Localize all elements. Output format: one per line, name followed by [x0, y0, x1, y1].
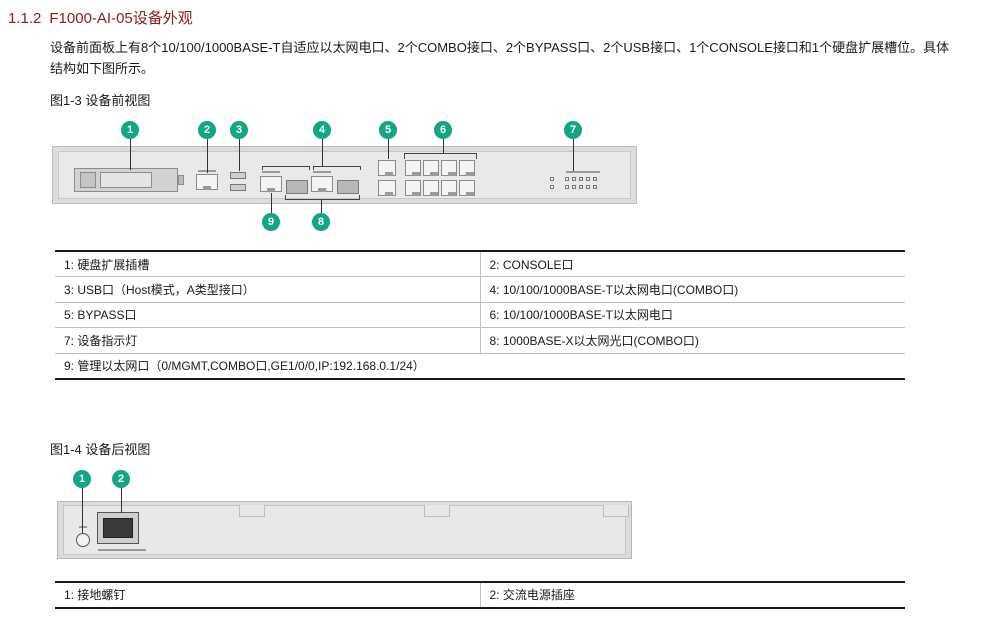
mgmt-rj45-port: [260, 176, 282, 192]
combo-group-bracket-2: [313, 166, 361, 170]
callout-leader-2: [207, 138, 208, 173]
mgmt-label-mark: [262, 171, 280, 173]
usb-port-1: [230, 172, 246, 179]
legend-cell: 5: BYPASS口: [55, 302, 480, 329]
callout-leader-5: [388, 138, 389, 159]
callout-badge-5: 5: [379, 121, 397, 139]
rear-figure-title: 图1-4 设备后视图: [50, 442, 151, 457]
led-9: [586, 185, 590, 189]
hdd-bay-cover: [100, 172, 152, 188]
table-row: 5: BYPASS口 6: 10/100/1000BASE-T以太网电口: [55, 302, 905, 329]
ge-port-1: [405, 160, 421, 176]
ge-port-4: [459, 160, 475, 176]
callout-leader-7: [573, 138, 574, 171]
section-number: 1.1.2: [8, 10, 42, 27]
callout-leader-8: [321, 200, 322, 214]
callout-leader-1: [130, 138, 131, 170]
section-heading: 1.1.2 F1000-AI-05设备外观: [8, 7, 193, 28]
callout-badge-7: 7: [564, 121, 582, 139]
ge-port-5: [405, 180, 421, 196]
callout-badge-rear-1: 1: [73, 470, 91, 488]
callout-badge-3: 3: [230, 121, 248, 139]
callout-badge-8: 8: [312, 213, 330, 231]
legend-cell: 2: CONSOLE口: [479, 250, 905, 278]
led-7: [572, 185, 576, 189]
led-6: [565, 185, 569, 189]
callout-badge-9: 9: [262, 213, 280, 231]
sfp-group-bracket: [285, 195, 360, 200]
combo-rj45-port: [311, 176, 333, 192]
callout-badge-1: 1: [121, 121, 139, 139]
callout-leader-6: [443, 138, 444, 153]
legend-cell: 1: 接地螺钉: [55, 581, 480, 609]
ac-socket-inlet: [103, 518, 133, 538]
table-row: 7: 设备指示灯 8: 1000BASE-X以太网光口(COMBO口): [55, 327, 905, 354]
legend-cell: 1: 硬盘扩展插槽: [55, 250, 480, 278]
led-3: [579, 177, 583, 181]
ge-port-7: [441, 180, 457, 196]
callout-badge-2: 2: [198, 121, 216, 139]
front-figure-title: 图1-3 设备前视图: [50, 93, 151, 108]
ge-port-6: [423, 180, 439, 196]
combo-label-mark: [313, 171, 331, 173]
hdd-latch: [80, 172, 96, 188]
led-1: [565, 177, 569, 181]
legend-cell: 8: 1000BASE-X以太网光口(COMBO口): [479, 327, 905, 354]
bypass-port-2: [378, 180, 396, 196]
table-row: 1: 接地螺钉 2: 交流电源插座: [55, 581, 905, 609]
bypass-port-1: [378, 160, 396, 176]
callout-leader-3: [239, 138, 240, 171]
table-row: 3: USB口（Host模式，A类型接口） 4: 10/100/1000BASE…: [55, 276, 905, 303]
legend-cell: 6: 10/100/1000BASE-T以太网电口: [479, 302, 905, 329]
led-label-mark: [566, 171, 600, 173]
intro-paragraph: 设备前面板上有8个10/100/1000BASE-T自适应以太网电口、2个COM…: [50, 40, 950, 76]
sfp-port-2: [337, 180, 359, 194]
console-port: [196, 174, 218, 190]
callout-leader-4: [322, 138, 323, 166]
callout-badge-rear-2: 2: [112, 470, 130, 488]
led-5: [593, 177, 597, 181]
ground-label-mark: [79, 526, 87, 528]
led-status-1: [550, 177, 554, 181]
callout-leader-rear-1: [82, 487, 83, 533]
led-status-2: [550, 185, 554, 189]
legend-cell: 9: 管理以太网口（0/MGMT,COMBO口,GE1/0/0,IP:192.1…: [55, 353, 905, 380]
legend-cell: 2: 交流电源插座: [479, 581, 905, 609]
ground-screw-icon: [76, 533, 90, 547]
legend-cell: 7: 设备指示灯: [55, 327, 480, 354]
led-4: [586, 177, 590, 181]
callout-leader-9: [271, 193, 272, 213]
rear-panel-face: [63, 505, 626, 555]
led-2: [572, 177, 576, 181]
sfp-port-1: [286, 180, 308, 194]
led-8: [579, 185, 583, 189]
led-10: [593, 185, 597, 189]
rear-notch-2: [424, 505, 450, 517]
section-title: F1000-AI-05设备外观: [49, 10, 193, 27]
ge-group-bracket: [404, 153, 477, 159]
ac-rating-mark: [98, 549, 146, 551]
legend-cell: 3: USB口（Host模式，A类型接口）: [55, 276, 480, 303]
hdd-screw: [178, 175, 184, 185]
ge-port-2: [423, 160, 439, 176]
table-row: 9: 管理以太网口（0/MGMT,COMBO口,GE1/0/0,IP:192.1…: [55, 353, 905, 380]
callout-badge-6: 6: [434, 121, 452, 139]
rear-notch-1: [239, 505, 265, 517]
ge-port-3: [441, 160, 457, 176]
combo-group-bracket-1: [262, 166, 310, 170]
ge-port-8: [459, 180, 475, 196]
callout-badge-4: 4: [313, 121, 331, 139]
table-row: 1: 硬盘扩展插槽 2: CONSOLE口: [55, 250, 905, 278]
usb-port-2: [230, 184, 246, 191]
legend-cell: 4: 10/100/1000BASE-T以太网电口(COMBO口): [479, 276, 905, 303]
callout-leader-rear-2: [121, 487, 122, 513]
rear-notch-3: [603, 505, 629, 517]
rear-legend-table: 1: 接地螺钉 2: 交流电源插座: [55, 581, 905, 609]
front-legend-table: 1: 硬盘扩展插槽 2: CONSOLE口 3: USB口（Host模式，A类型…: [55, 250, 905, 380]
